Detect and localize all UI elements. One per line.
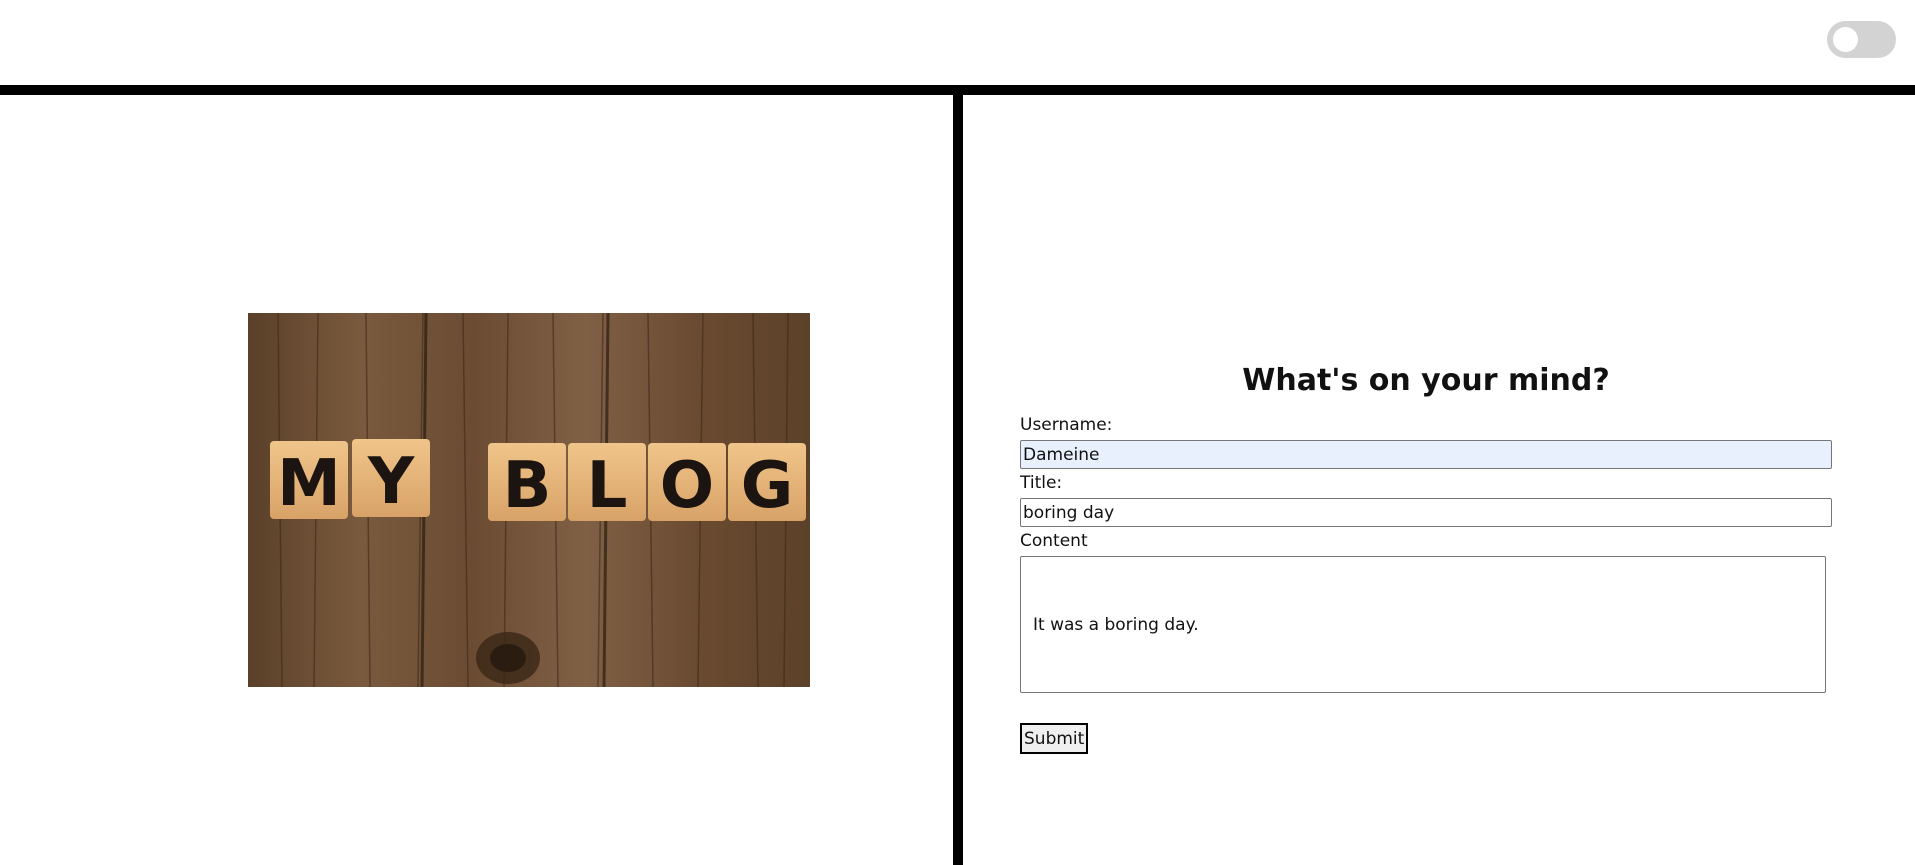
post-form-pane: What's on your mind? Username: Title: Co…: [963, 95, 1915, 865]
top-bar: [0, 0, 1915, 85]
tile-y: Y: [352, 439, 430, 519]
svg-text:O: O: [660, 449, 714, 523]
vertical-divider: [953, 95, 963, 865]
content-textarea[interactable]: It was a boring day.: [1020, 556, 1826, 693]
username-input[interactable]: [1020, 440, 1832, 469]
tile-m: M: [270, 441, 348, 521]
horizontal-divider: [0, 85, 1915, 95]
tile-g: G: [728, 443, 806, 523]
svg-text:G: G: [741, 449, 794, 523]
title-label: Title:: [1020, 473, 1063, 493]
content-label: Content: [1020, 531, 1088, 551]
theme-toggle[interactable]: [1827, 21, 1896, 58]
left-pane: M Y B L O G: [0, 95, 953, 865]
tile-o: O: [648, 443, 726, 523]
svg-text:L: L: [587, 449, 628, 523]
tile-b: B: [488, 443, 566, 523]
blog-hero-image: M Y B L O G: [248, 313, 810, 687]
submit-button[interactable]: Submit: [1020, 723, 1089, 754]
form-title: What's on your mind?: [1242, 363, 1610, 398]
toggle-knob: [1833, 27, 1858, 52]
tile-l: L: [568, 443, 646, 523]
svg-text:Y: Y: [367, 445, 415, 519]
username-label: Username:: [1020, 415, 1113, 435]
svg-text:B: B: [503, 449, 552, 523]
title-input[interactable]: [1020, 498, 1832, 527]
svg-text:M: M: [277, 447, 341, 521]
